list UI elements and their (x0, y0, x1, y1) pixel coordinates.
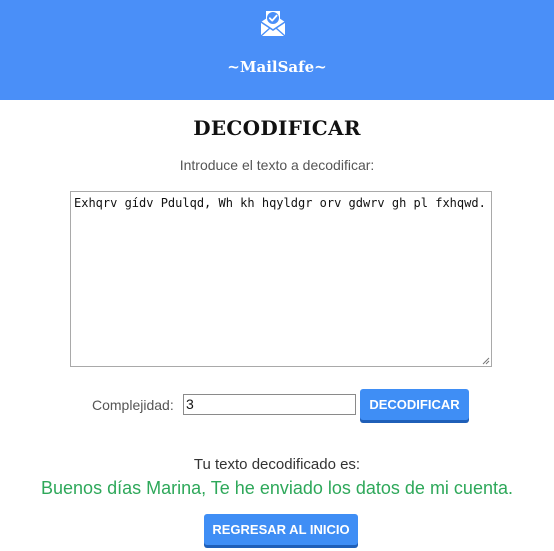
page-title: DECODIFICAR (193, 116, 361, 140)
decoded-result-text: Buenos días Marina, Te he enviado los da… (41, 478, 513, 498)
header-bar: ~MailSafe~ (0, 0, 554, 100)
resize-handle-icon[interactable] (481, 356, 490, 365)
result-label: Tu texto decodificado es: (193, 456, 361, 473)
envelope-check-icon (260, 11, 286, 37)
complexity-input[interactable]: 3 (183, 394, 356, 415)
brand-name: ~MailSafe~ (227, 58, 327, 76)
complexity-label: Complejidad: (92, 397, 174, 413)
back-to-home-button[interactable]: REGRESAR AL INICIO (204, 514, 358, 545)
encoded-text-area[interactable]: Exhqrv gídv Pdulqd, Wh kh hqyldgr orv gd… (70, 191, 492, 367)
decode-button[interactable]: DECODIFICAR (360, 389, 469, 420)
instruction-label: Introduce el texto a decodificar: (179, 157, 375, 173)
